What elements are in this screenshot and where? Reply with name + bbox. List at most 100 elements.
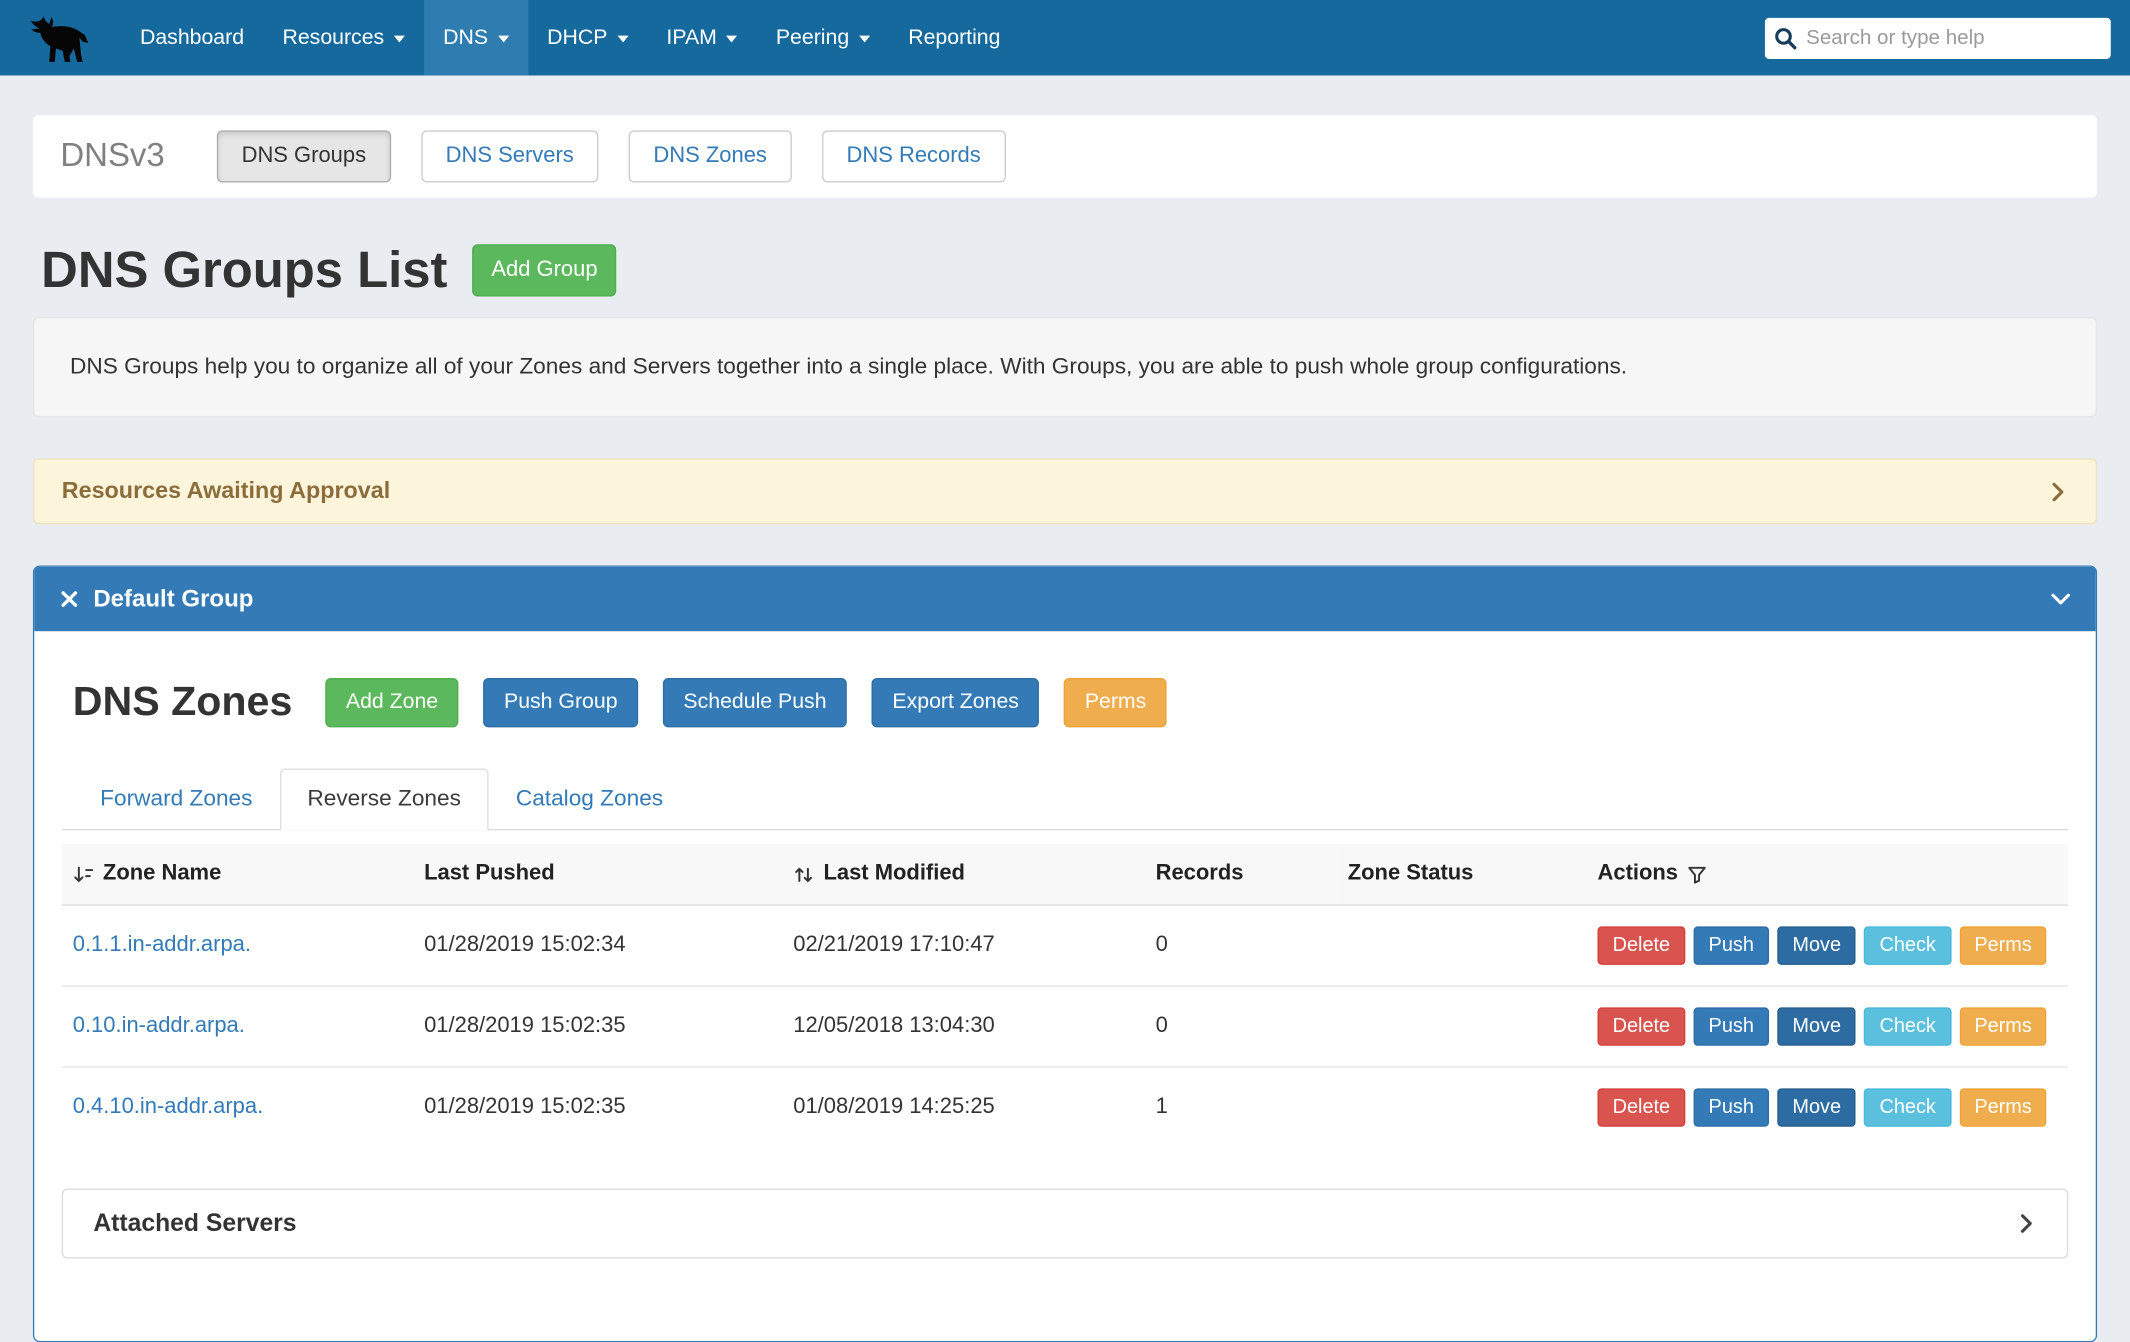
approval-label: Resources Awaiting Approval bbox=[62, 478, 390, 505]
default-group-panel: Default Group DNS Zones Add Zone Push Gr… bbox=[33, 565, 2097, 1342]
col-zone-name[interactable]: Zone Name bbox=[62, 844, 413, 905]
subnav-tab-dns-groups[interactable]: DNS Groups bbox=[217, 130, 391, 182]
perms-button[interactable]: Perms bbox=[1959, 926, 2047, 964]
caret-down-icon bbox=[726, 36, 737, 43]
nav-item-dns[interactable]: DNS bbox=[424, 0, 528, 75]
tab-catalog-zones[interactable]: Catalog Zones bbox=[488, 769, 690, 831]
push-button[interactable]: Push bbox=[1693, 926, 1769, 964]
group-panel-body: DNS Zones Add Zone Push Group Schedule P… bbox=[34, 631, 2095, 1341]
move-button[interactable]: Move bbox=[1777, 1088, 1856, 1126]
header-label: Last Modified bbox=[823, 862, 965, 887]
top-navbar: Dashboard Resources DNS DHCP IPAM Peerin… bbox=[0, 0, 2130, 75]
zone-tabs: Forward Zones Reverse Zones Catalog Zone… bbox=[62, 769, 2068, 831]
add-group-button[interactable]: Add Group bbox=[472, 244, 617, 296]
attached-servers-bar[interactable]: Attached Servers bbox=[62, 1189, 2068, 1259]
check-button[interactable]: Check bbox=[1864, 1088, 1951, 1126]
nav-label: DNS bbox=[443, 25, 488, 50]
col-records[interactable]: Records bbox=[1145, 844, 1337, 905]
description-text: DNS Groups help you to organize all of y… bbox=[70, 354, 1627, 379]
nav-label: DHCP bbox=[547, 25, 607, 50]
zone-link[interactable]: 0.1.1.in-addr.arpa. bbox=[73, 933, 251, 956]
perms-button[interactable]: Perms bbox=[1959, 1007, 2047, 1045]
header-label: Zone Status bbox=[1348, 862, 1474, 887]
table-header-row: Zone Name Last Pushed bbox=[62, 844, 2068, 905]
add-zone-button[interactable]: Add Zone bbox=[325, 678, 458, 727]
global-search bbox=[1765, 17, 2111, 58]
filter-funnel-icon[interactable] bbox=[1686, 864, 1707, 885]
zone-status-value bbox=[1337, 986, 1587, 1067]
group-panel-header[interactable]: Default Group bbox=[34, 567, 2095, 632]
search-input[interactable] bbox=[1803, 25, 2102, 51]
sort-updown-icon[interactable] bbox=[793, 864, 815, 885]
header-label: Actions bbox=[1598, 862, 1679, 887]
group-title: Default Group bbox=[93, 585, 253, 614]
last-modified-value: 12/05/2018 13:04:30 bbox=[782, 986, 1144, 1067]
group-perms-button[interactable]: Perms bbox=[1064, 678, 1167, 727]
header-label: Last Pushed bbox=[424, 862, 555, 887]
subnav-tab-dns-zones[interactable]: DNS Zones bbox=[629, 130, 792, 182]
header-label: Zone Name bbox=[103, 862, 221, 887]
last-modified-value: 01/08/2019 14:25:25 bbox=[782, 1067, 1144, 1147]
push-group-button[interactable]: Push Group bbox=[483, 678, 638, 727]
dnsv3-brand: DNSv3 bbox=[60, 137, 164, 175]
resources-awaiting-approval-bar[interactable]: Resources Awaiting Approval bbox=[33, 458, 2097, 524]
nav-item-reporting[interactable]: Reporting bbox=[889, 0, 1020, 75]
last-modified-value: 02/21/2019 17:10:47 bbox=[782, 905, 1144, 986]
export-zones-button[interactable]: Export Zones bbox=[872, 678, 1040, 727]
attached-servers-label: Attached Servers bbox=[93, 1209, 296, 1238]
dns-zones-header: DNS Zones Add Zone Push Group Schedule P… bbox=[62, 678, 2068, 727]
page-header: DNS Groups List Add Group bbox=[41, 242, 2089, 300]
chevron-down-icon[interactable] bbox=[2050, 589, 2071, 610]
moose-logo-icon[interactable] bbox=[0, 0, 121, 75]
nav-label: Resources bbox=[282, 25, 384, 50]
push-button[interactable]: Push bbox=[1693, 1007, 1769, 1045]
caret-down-icon bbox=[617, 36, 628, 43]
dns-zones-title: DNS Zones bbox=[73, 679, 293, 726]
last-pushed-value: 01/28/2019 15:02:35 bbox=[413, 1067, 782, 1147]
table-row: 0.10.in-addr.arpa. 01/28/2019 15:02:35 1… bbox=[62, 986, 2068, 1067]
chevron-right-icon[interactable] bbox=[2048, 481, 2069, 502]
tab-forward-zones[interactable]: Forward Zones bbox=[73, 769, 280, 831]
perms-button[interactable]: Perms bbox=[1959, 1088, 2047, 1126]
chevron-right-icon[interactable] bbox=[2016, 1213, 2037, 1234]
move-button[interactable]: Move bbox=[1777, 926, 1856, 964]
records-value: 0 bbox=[1145, 905, 1337, 986]
nav-label: Dashboard bbox=[140, 25, 244, 50]
push-button[interactable]: Push bbox=[1693, 1088, 1769, 1126]
page: Dashboard Resources DNS DHCP IPAM Peerin… bbox=[0, 0, 2130, 1243]
check-button[interactable]: Check bbox=[1864, 926, 1951, 964]
moose-icon bbox=[25, 6, 96, 69]
nav-item-dhcp[interactable]: DHCP bbox=[528, 0, 647, 75]
zone-status-value bbox=[1337, 905, 1587, 986]
zone-link[interactable]: 0.10.in-addr.arpa. bbox=[73, 1014, 245, 1037]
caret-down-icon bbox=[498, 36, 509, 43]
records-value: 1 bbox=[1145, 1067, 1337, 1147]
delete-button[interactable]: Delete bbox=[1598, 1088, 1686, 1126]
x-icon[interactable] bbox=[59, 589, 80, 610]
schedule-push-button[interactable]: Schedule Push bbox=[663, 678, 847, 727]
delete-button[interactable]: Delete bbox=[1598, 1007, 1686, 1045]
nav-item-ipam[interactable]: IPAM bbox=[647, 0, 756, 75]
subnav-tab-dns-records[interactable]: DNS Records bbox=[822, 130, 1006, 182]
col-zone-status[interactable]: Zone Status bbox=[1337, 844, 1587, 905]
dns-subnav: DNSv3 DNS Groups DNS Servers DNS Zones D… bbox=[33, 115, 2097, 197]
delete-button[interactable]: Delete bbox=[1598, 926, 1686, 964]
check-button[interactable]: Check bbox=[1864, 1007, 1951, 1045]
records-value: 0 bbox=[1145, 986, 1337, 1067]
nav-item-dashboard[interactable]: Dashboard bbox=[121, 0, 263, 75]
col-last-pushed[interactable]: Last Pushed bbox=[413, 844, 782, 905]
table-row: 0.4.10.in-addr.arpa. 01/28/2019 15:02:35… bbox=[62, 1067, 2068, 1147]
move-button[interactable]: Move bbox=[1777, 1007, 1856, 1045]
zone-status-value bbox=[1337, 1067, 1587, 1147]
zone-link[interactable]: 0.4.10.in-addr.arpa. bbox=[73, 1095, 263, 1118]
subnav-tab-dns-servers[interactable]: DNS Servers bbox=[421, 130, 599, 182]
nav-item-resources[interactable]: Resources bbox=[263, 0, 424, 75]
sort-descending-icon[interactable] bbox=[73, 864, 95, 885]
nav-label: Peering bbox=[776, 25, 849, 50]
col-last-modified[interactable]: Last Modified bbox=[782, 844, 1144, 905]
description-well: DNS Groups help you to organize all of y… bbox=[33, 317, 2097, 417]
tab-reverse-zones[interactable]: Reverse Zones bbox=[280, 769, 488, 831]
nav-item-peering[interactable]: Peering bbox=[757, 0, 889, 75]
col-actions: Actions bbox=[1587, 844, 2069, 905]
search-icon bbox=[1773, 25, 1803, 50]
